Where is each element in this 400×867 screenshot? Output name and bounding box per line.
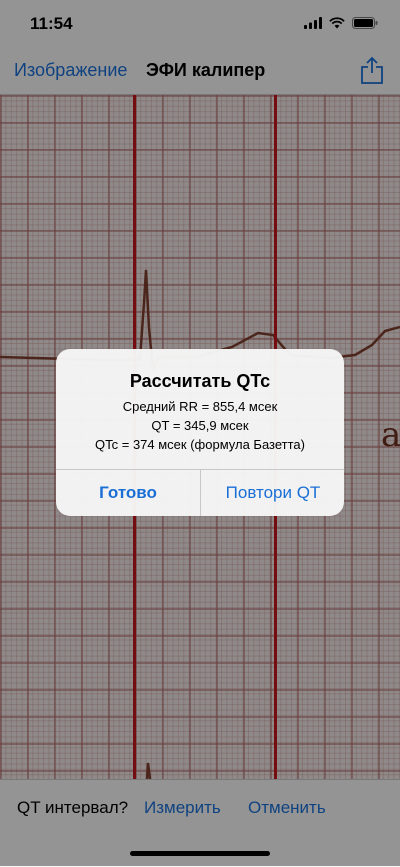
qtc-text: QTc = 374 мсек (формула Базетта) bbox=[95, 437, 305, 452]
qt-text: QT = 345,9 мсек bbox=[151, 418, 249, 433]
repeat-qt-button[interactable]: Повтори QT bbox=[201, 470, 344, 516]
alert-title: Рассчитать QTc bbox=[129, 371, 271, 391]
done-button[interactable]: Готово bbox=[56, 470, 200, 516]
qtc-alert-dialog: Рассчитать QTc Средний RR = 855,4 мсек Q… bbox=[56, 349, 344, 516]
alert-message: Средний RR = 855,4 мсек QT = 345,9 мсек … bbox=[56, 397, 344, 454]
mean-rr-text: Средний RR = 855,4 мсек bbox=[122, 399, 278, 414]
